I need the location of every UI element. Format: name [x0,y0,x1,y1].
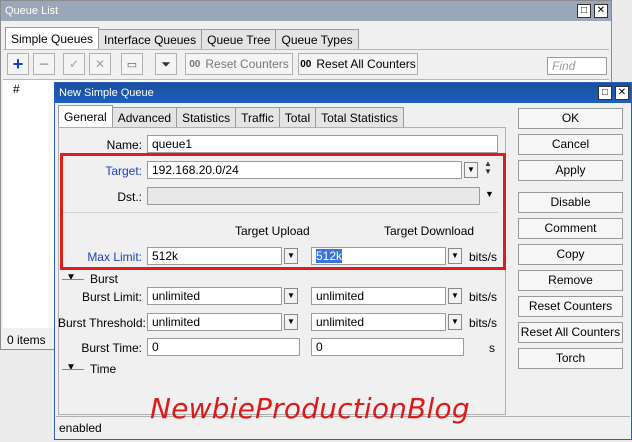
close-icon[interactable]: ✕ [615,86,629,100]
dialog-status: enabled [59,421,102,435]
burst-threshold-upload-input[interactable]: unlimited [147,313,282,331]
queue-list-titlebar[interactable]: Queue List □ ✕ [1,1,611,21]
burst-threshold-unit: bits/s [469,316,498,330]
queue-list-status: 0 items [7,333,46,347]
burst-time-unit: s [489,341,495,355]
tab-simple-queues[interactable]: Simple Queues [5,27,100,50]
column-header-number[interactable]: # [13,82,20,96]
note-icon: ▭ [126,58,138,71]
burst-divider [62,279,84,280]
tab-advanced[interactable]: Advanced [111,107,178,128]
remove-button[interactable]: Remove [518,270,623,291]
check-icon: ✓ [68,57,80,71]
tab-statistics[interactable]: Statistics [176,107,237,128]
burst-time-upload-input[interactable]: 0 [147,338,300,356]
disable-button[interactable]: ✕ [89,53,111,75]
burst-time-label: Burst Time: [81,341,142,355]
apply-button[interactable]: Apply [518,160,623,181]
reset-counters-button[interactable]: 00 Reset Counters [185,53,293,75]
torch-button[interactable]: Torch [518,348,623,369]
dialog-title: New Simple Queue [59,87,154,99]
reset-counters-button[interactable]: Reset Counters [518,296,623,317]
plus-icon: + [12,54,24,74]
queue-list-title: Queue List [5,5,59,17]
find-placeholder: Find [552,59,576,73]
filter-button[interactable]: ⏷ [155,53,177,75]
name-input[interactable]: queue1 [147,135,498,153]
burst-threshold-upload-dropdown[interactable]: ▼ [284,314,298,330]
cancel-button[interactable]: Cancel [518,134,623,155]
burst-limit-download-input[interactable]: unlimited [311,287,446,305]
minus-icon: − [38,54,50,74]
remove-button[interactable]: − [33,53,55,75]
burst-threshold-download-input[interactable]: unlimited [311,313,446,331]
tab-traffic[interactable]: Traffic [235,107,280,128]
tab-interface-queues[interactable]: Interface Queues [98,29,203,50]
burst-limit-label: Burst Limit: [81,290,142,304]
comment-button[interactable]: ▭ [121,53,143,75]
time-section-label[interactable]: Time [90,362,116,376]
burst-limit-unit: bits/s [469,290,498,304]
highlight-box [60,153,506,270]
name-label: Name: [106,138,142,152]
add-button[interactable]: + [7,53,29,75]
dropdown-arrow-icon: ▼ [451,291,459,300]
burst-limit-upload-input[interactable]: unlimited [147,287,282,305]
collapse-arrow-icon[interactable]: ▼ [66,272,76,283]
burst-threshold-label: Burst Threshold: [58,316,146,330]
tab-total[interactable]: Total [278,107,317,128]
collapse-arrow-icon[interactable]: ▼ [66,362,76,373]
reset-counters-label: Reset Counters [205,57,289,71]
oo-icon: 00 [189,58,201,70]
restore-icon[interactable]: □ [598,86,612,100]
burst-time-download-input[interactable]: 0 [311,338,464,356]
dialog-titlebar[interactable]: New Simple Queue □ ✕ [55,83,631,103]
time-divider [62,369,84,370]
disable-button[interactable]: Disable [518,192,623,213]
tab-total-statistics[interactable]: Total Statistics [315,107,404,128]
find-input[interactable]: Find [547,57,607,75]
dropdown-arrow-icon: ▼ [287,317,295,326]
burst-section-label[interactable]: Burst [90,272,118,286]
restore-icon[interactable]: □ [577,4,591,18]
dropdown-arrow-icon: ▼ [287,291,295,300]
funnel-icon: ⏷ [161,56,171,71]
reset-all-counters-label: Reset All Counters [316,57,416,71]
x-icon: ✕ [94,57,106,71]
burst-limit-upload-dropdown[interactable]: ▼ [284,288,298,304]
tab-general[interactable]: General [58,105,113,128]
burst-limit-download-dropdown[interactable]: ▼ [448,288,462,304]
reset-all-counters-button[interactable]: 00 Reset All Counters [298,53,418,75]
tab-queue-types[interactable]: Queue Types [275,29,359,50]
tab-queue-tree[interactable]: Queue Tree [201,29,277,50]
burst-threshold-download-dropdown[interactable]: ▼ [448,314,462,330]
oo-icon: 00 [300,58,312,70]
copy-button[interactable]: Copy [518,244,623,265]
enable-button[interactable]: ✓ [63,53,85,75]
comment-button[interactable]: Comment [518,218,623,239]
close-icon[interactable]: ✕ [594,4,608,18]
watermark: NewbieProductionBlog [150,392,470,425]
ok-button[interactable]: OK [518,108,623,129]
dropdown-arrow-icon: ▼ [451,317,459,326]
reset-all-counters-button[interactable]: Reset All Counters [518,322,623,343]
